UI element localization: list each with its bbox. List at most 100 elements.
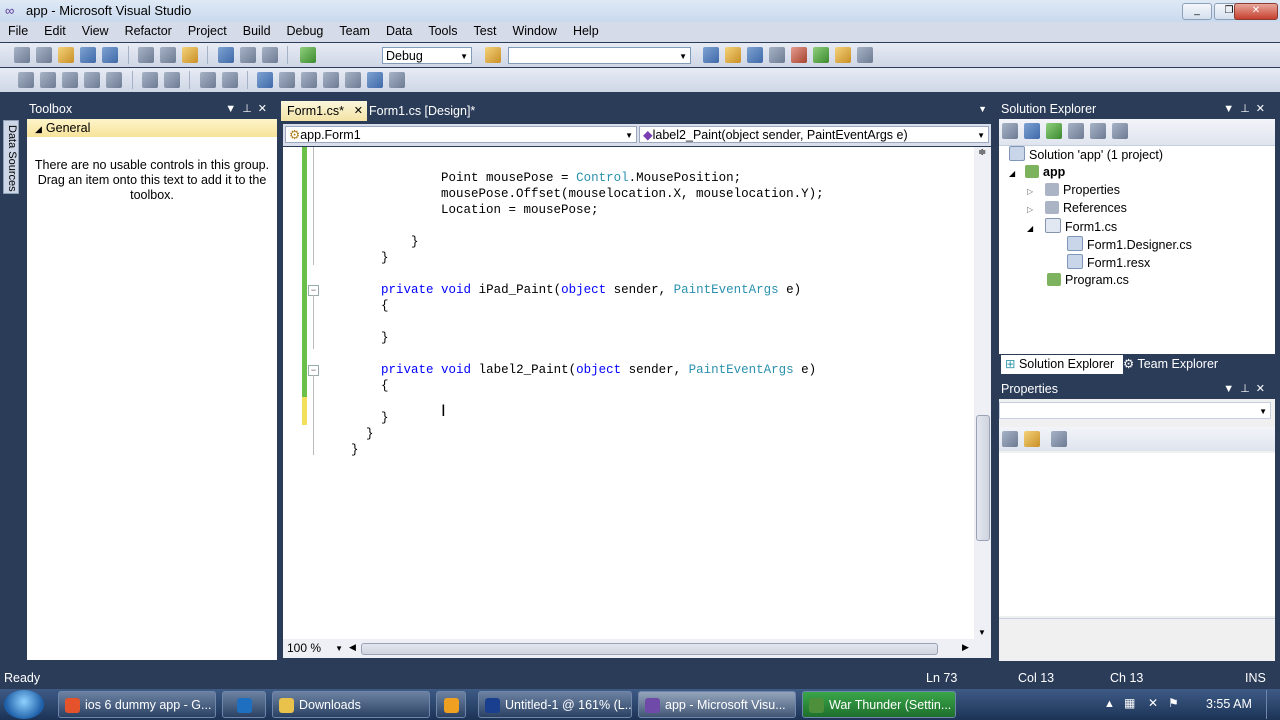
window-position-icon[interactable]: ▼ — [1223, 103, 1240, 115]
tree-item-form1-resx[interactable]: Form1.resx — [1067, 254, 1150, 271]
menu-debug[interactable]: Debug — [279, 22, 332, 42]
pin-icon[interactable]: ⊥ — [1240, 103, 1256, 115]
prev-bookmark-folder-icon[interactable] — [323, 72, 340, 88]
menu-data[interactable]: Data — [378, 22, 420, 42]
close-icon[interactable]: ✕ — [354, 101, 363, 121]
tree-item-properties[interactable]: ▷ Properties — [1027, 182, 1120, 199]
uncomment-icon[interactable] — [221, 72, 238, 88]
view-code-icon[interactable] — [1068, 123, 1084, 139]
taskbar-item-photoshop[interactable]: Untitled-1 @ 161% (L... — [478, 691, 632, 718]
navigate-icon[interactable] — [261, 47, 278, 63]
data-sources-tab[interactable]: Data Sources — [3, 120, 19, 194]
refresh-icon[interactable] — [1046, 123, 1062, 139]
type-dropdown[interactable]: ⚙app.Form1 ▼ — [285, 126, 637, 143]
tab-solution-explorer[interactable]: ⊞ Solution Explorer — [1001, 355, 1123, 374]
window-position-icon[interactable]: ▼ — [225, 103, 242, 115]
tree-item-form1-designer-cs[interactable]: Form1.Designer.cs — [1067, 236, 1192, 253]
action-center-icon[interactable]: ⚑ — [1168, 696, 1179, 710]
solution-configuration-dropdown[interactable]: Debug ▼ — [382, 47, 472, 64]
find-combo[interactable]: ▼ — [508, 47, 691, 64]
split-icon[interactable]: ≑ — [978, 147, 986, 158]
close-button[interactable]: ✕ — [1234, 3, 1278, 20]
object-members-icon[interactable] — [18, 72, 35, 88]
categorized-icon[interactable] — [1002, 431, 1018, 447]
zoom-dropdown[interactable]: 100 % ▼ — [283, 640, 347, 657]
horizontal-scrollbar-thumb[interactable] — [361, 643, 938, 655]
code-editor[interactable]: − − Point mousePose = Control.MousePosit… — [283, 147, 991, 639]
next-bookmark-folder-icon[interactable] — [345, 72, 362, 88]
expanded-arrow-icon[interactable]: ◢ — [1009, 165, 1025, 182]
tab-form1-cs[interactable]: Form1.cs* ✕ — [281, 101, 367, 121]
tree-item-program-cs[interactable]: Program.cs — [1047, 272, 1129, 289]
toggle-bookmark-icon[interactable] — [389, 72, 406, 88]
speaker-muted-icon[interactable]: ✕ — [1148, 696, 1158, 710]
toolbox-icon[interactable] — [769, 47, 785, 63]
tab-form1-design[interactable]: Form1.cs [Design]* — [363, 101, 489, 121]
close-icon[interactable]: ✕ — [258, 103, 273, 115]
tab-dropdown-icon[interactable]: ▼ — [978, 104, 987, 114]
outdent-icon[interactable] — [106, 72, 123, 88]
minimize-button[interactable]: _ — [1182, 3, 1212, 20]
window-position-icon[interactable]: ▼ — [1223, 383, 1240, 395]
menu-project[interactable]: Project — [180, 22, 235, 42]
save-icon[interactable] — [80, 47, 97, 63]
taskbar-item-ie[interactable] — [222, 691, 266, 718]
show-all-files-icon[interactable] — [1024, 123, 1040, 139]
menu-team[interactable]: Team — [331, 22, 378, 42]
comment-icon[interactable] — [199, 72, 216, 88]
tree-item-project-app[interactable]: ◢ app — [1009, 164, 1065, 181]
menu-edit[interactable]: Edit — [36, 22, 74, 42]
view-designer-icon[interactable] — [1090, 123, 1106, 139]
start-debugging-icon[interactable] — [300, 47, 317, 63]
bookmark-icon[interactable] — [257, 72, 274, 88]
tree-item-references[interactable]: ▷ References — [1027, 200, 1127, 217]
property-pages-icon[interactable] — [1051, 431, 1067, 447]
collapsed-arrow-icon[interactable]: ▷ — [1027, 183, 1045, 200]
quick-info-icon[interactable] — [62, 72, 79, 88]
start-button[interactable] — [4, 690, 44, 719]
close-icon[interactable]: ✕ — [1256, 383, 1271, 395]
complete-word-icon[interactable] — [84, 72, 101, 88]
extension-icon[interactable] — [835, 47, 851, 63]
clock[interactable]: 3:55 AM — [1206, 697, 1252, 711]
open-file-icon[interactable] — [58, 47, 75, 63]
taskbar-item-firefox[interactable]: ios 6 dummy app - G... — [58, 691, 216, 718]
undo-icon[interactable] — [217, 47, 234, 63]
menu-view[interactable]: View — [74, 22, 117, 42]
command-window-icon[interactable] — [857, 47, 873, 63]
decrease-indent-icon[interactable] — [164, 72, 181, 88]
save-all-icon[interactable] — [102, 47, 119, 63]
add-item-icon[interactable] — [36, 47, 53, 63]
cut-icon[interactable] — [138, 47, 155, 63]
menu-window[interactable]: Window — [504, 22, 564, 42]
copy-icon[interactable] — [160, 47, 177, 63]
properties-icon[interactable] — [1002, 123, 1018, 139]
show-hidden-icons[interactable]: ▲ — [1104, 698, 1115, 710]
pin-icon[interactable]: ⊥ — [242, 103, 258, 115]
alphabetical-icon[interactable] — [1024, 431, 1040, 447]
member-dropdown[interactable]: ◆label2_Paint(object sender, PaintEventA… — [639, 126, 989, 143]
indent-icon[interactable] — [142, 72, 159, 88]
redo-icon[interactable] — [239, 47, 256, 63]
scrollbar-thumb[interactable] — [976, 415, 990, 541]
menu-refactor[interactable]: Refactor — [117, 22, 180, 42]
new-project-icon[interactable] — [14, 47, 31, 63]
menu-file[interactable]: File — [0, 22, 36, 42]
menu-help[interactable]: Help — [565, 22, 607, 42]
object-selector-dropdown[interactable]: ▼ — [999, 402, 1271, 419]
tab-team-explorer[interactable]: ⚙ Team Explorer — [1119, 355, 1237, 374]
pin-icon[interactable]: ⊥ — [1240, 383, 1256, 395]
scroll-left-icon[interactable]: ◀ — [349, 642, 356, 653]
taskbar-item-war-thunder[interactable]: War Thunder (Settin... — [802, 691, 956, 718]
scroll-down-icon[interactable]: ▼ — [978, 628, 986, 637]
class-diagram-icon[interactable] — [1112, 123, 1128, 139]
menu-build[interactable]: Build — [235, 22, 279, 42]
collapsed-arrow-icon[interactable]: ▷ — [1027, 201, 1045, 218]
clear-bookmarks-icon[interactable] — [367, 72, 384, 88]
taskbar-item-visual-studio[interactable]: app - Microsoft Visu... — [638, 691, 796, 718]
tree-item-form1-cs[interactable]: ◢ Form1.cs — [1027, 218, 1117, 235]
expanded-arrow-icon[interactable]: ◢ — [1027, 220, 1045, 237]
scroll-right-icon[interactable]: ▶ — [962, 642, 969, 653]
parameter-info-icon[interactable] — [40, 72, 57, 88]
solution-explorer-icon[interactable] — [703, 47, 719, 63]
